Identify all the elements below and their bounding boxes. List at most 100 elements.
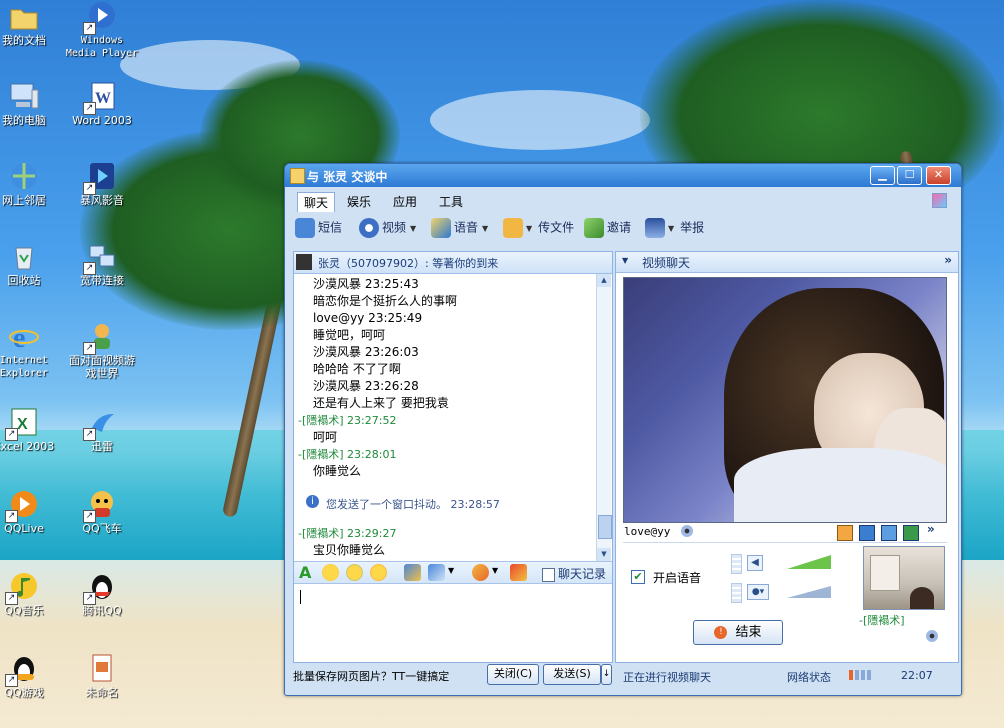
network-icon <box>8 160 40 192</box>
send-options-arrow[interactable]: ↓ <box>601 664 612 685</box>
chat-scrollbar[interactable]: ▲ ▼ <box>596 274 612 561</box>
message-body: 你睡觉么 <box>313 464 362 478</box>
send-button[interactable]: 发送(S) <box>543 664 601 685</box>
voice-label: 开启语音 <box>653 571 702 585</box>
desktop-icon-video-game[interactable]: ↗ 面对面视频游戏世界 <box>64 320 140 380</box>
message-input[interactable] <box>294 584 612 661</box>
add-user-icon <box>584 218 604 238</box>
video-game-icon: ↗ <box>83 320 118 355</box>
local-user-name: -[隱褟术] <box>859 614 905 627</box>
expand-arrow-icon[interactable]: » <box>927 522 935 536</box>
qq-chat-window[interactable]: 与 张灵 交谈中 ▁ ☐ ✕ 聊天 娱乐 应用 工具 短信 视频 ▼ 语音 ▼ ▼ 传… <box>284 163 962 696</box>
video-button[interactable]: 视频 ▼ <box>359 218 416 238</box>
video-panel: ▼ 视频聊天 » love@yy » ✔ 开启语音 ◀ ●▾ -[隱褟术] ! … <box>615 251 959 663</box>
desktop-icon-storm-player[interactable]: ↗ 暴风影音 <box>64 160 140 207</box>
chat-history-button[interactable]: 聊天记录 <box>542 565 606 582</box>
scroll-up-arrow[interactable]: ▲ <box>597 274 611 287</box>
end-video-button[interactable]: ! 结束 <box>693 620 783 645</box>
local-video-person <box>910 587 934 609</box>
desktop-icon-media-player[interactable]: ↗ Windows Media Player <box>64 0 140 60</box>
ie-icon: e <box>8 320 40 354</box>
svg-text:X: X <box>17 416 28 433</box>
desktop-icon-qq-speed[interactable]: ↗ QQ飞车 <box>64 488 140 535</box>
mic-volume-slider[interactable] <box>787 586 831 598</box>
menu-chat[interactable]: 聊天 <box>297 192 336 212</box>
desktop-icon-my-documents[interactable]: 我的文档 <box>0 0 62 47</box>
word-icon: W ↗ <box>83 80 118 115</box>
video-header: ▼ 视频聊天 » <box>616 252 958 273</box>
desktop-icon-untitled[interactable]: 未命名 <box>64 652 140 699</box>
qq-penguin-icon: ↗ <box>83 570 118 605</box>
video-status-text: 正在进行视频聊天 <box>623 671 711 684</box>
voice-checkbox[interactable]: ✔ <box>631 570 645 584</box>
microphone-icon[interactable]: ●▾ <box>747 584 769 600</box>
desktop-icon-broadband[interactable]: ↗ 宽带连接 <box>64 240 140 287</box>
speaker-volume-slider[interactable] <box>787 555 831 569</box>
report-button[interactable]: ▼ 举报 <box>645 218 704 238</box>
window-title: 与 张灵 交谈中 <box>307 170 388 184</box>
sms-button[interactable]: 短信 <box>295 218 342 238</box>
shake-icon[interactable] <box>370 564 387 581</box>
snapshot-icon[interactable] <box>881 525 897 541</box>
desktop-icon-thunder[interactable]: ↗ 迅雷 <box>64 406 140 453</box>
fullscreen-icon[interactable] <box>903 525 919 541</box>
end-icon: ! <box>714 626 728 639</box>
chevron-down-icon[interactable]: ▼ <box>492 566 498 575</box>
chevron-down-icon[interactable]: ▼ <box>410 224 416 233</box>
desktop-icon-qq-game[interactable]: ↗ QQ游戏 <box>0 652 62 699</box>
title-bar[interactable]: 与 张灵 交谈中 ▁ ☐ ✕ <box>285 164 961 187</box>
magic-emoji-icon[interactable] <box>346 564 363 581</box>
menu-apps[interactable]: 应用 <box>387 192 423 211</box>
chat-panel: 张灵（507097902）: 等著你的到来 沙漠风暴 23:25:43 暗恋你是… <box>293 251 613 663</box>
svg-text:e: e <box>13 323 25 352</box>
system-notice: 您发送了一个窗口抖动。 23:28:57 <box>326 498 500 511</box>
desktop-icon-network[interactable]: 网上邻居 <box>0 160 62 207</box>
send-image-icon[interactable] <box>404 564 421 581</box>
video-shirt <box>734 448 946 522</box>
desktop-icon-recycle-bin[interactable]: 回收站 <box>0 240 62 287</box>
font-icon[interactable]: A <box>299 564 316 581</box>
chat-history[interactable]: 沙漠风暴 23:25:43 暗恋你是个挺折么人的事啊 love@yy 23:25… <box>294 274 596 561</box>
contact-signature: 张灵（507097902）: 等著你的到来 <box>318 257 499 270</box>
speaker-icon[interactable]: ◀ <box>747 555 763 571</box>
scroll-down-arrow[interactable]: ▼ <box>597 548 611 561</box>
emoji-icon[interactable] <box>322 564 339 581</box>
screenshot-icon[interactable] <box>428 564 445 581</box>
desktop-icon-ie[interactable]: e Internet Explorer <box>0 320 62 380</box>
gift-icon[interactable] <box>510 564 527 581</box>
grid-icon[interactable] <box>859 525 875 541</box>
chevron-down-icon[interactable]: ▼ <box>448 566 454 575</box>
voice-button[interactable]: 语音 ▼ <box>431 218 488 238</box>
send-file-button[interactable]: ▼ 传文件 <box>503 218 574 238</box>
skin-icon[interactable] <box>932 193 947 208</box>
menu-entertainment[interactable]: 娱乐 <box>341 192 377 211</box>
home-icon[interactable] <box>837 525 853 541</box>
desktop-icon-qqlive[interactable]: ↗ QQLive <box>0 488 62 535</box>
close-window-button[interactable]: ✕ <box>926 166 951 185</box>
desktop-icon-qq-music[interactable]: ↗ QQ音乐 <box>0 570 62 617</box>
recycle-bin-icon <box>8 240 40 272</box>
desktop-icon-excel[interactable]: X ↗ Excel 2003 <box>0 406 62 453</box>
chevron-down-icon[interactable]: ▼ <box>668 224 674 233</box>
text-cursor <box>300 590 301 604</box>
chevron-down-icon[interactable]: ▼ <box>622 256 628 265</box>
ad-link[interactable]: 批量保存网页图片？TT一键搞定 <box>293 668 449 684</box>
contact-avatar[interactable] <box>296 254 312 270</box>
invite-button[interactable]: 邀请 <box>584 218 631 238</box>
minimize-button[interactable]: ▁ <box>870 166 895 185</box>
chevron-down-icon[interactable]: ▼ <box>526 224 532 233</box>
police-cap-icon <box>645 218 665 238</box>
collapse-arrow-icon[interactable]: » <box>944 253 952 267</box>
menu-tools[interactable]: 工具 <box>433 192 469 211</box>
maximize-button[interactable]: ☐ <box>897 166 922 185</box>
music-icon[interactable] <box>472 564 489 581</box>
close-chat-button[interactable]: 关闭(C) <box>487 664 539 685</box>
toolbar: 短信 视频 ▼ 语音 ▼ ▼ 传文件 邀请 ▼ 举报 <box>289 212 957 244</box>
webcam-icon <box>359 218 379 238</box>
cloud <box>430 90 650 150</box>
desktop-icon-my-computer[interactable]: 我的电脑 <box>0 80 62 127</box>
desktop-icon-word[interactable]: W ↗ Word 2003 <box>64 80 140 127</box>
chevron-down-icon[interactable]: ▼ <box>482 224 488 233</box>
desktop-icon-qq[interactable]: ↗ 腾讯QQ <box>64 570 140 617</box>
scroll-thumb[interactable] <box>598 515 612 539</box>
